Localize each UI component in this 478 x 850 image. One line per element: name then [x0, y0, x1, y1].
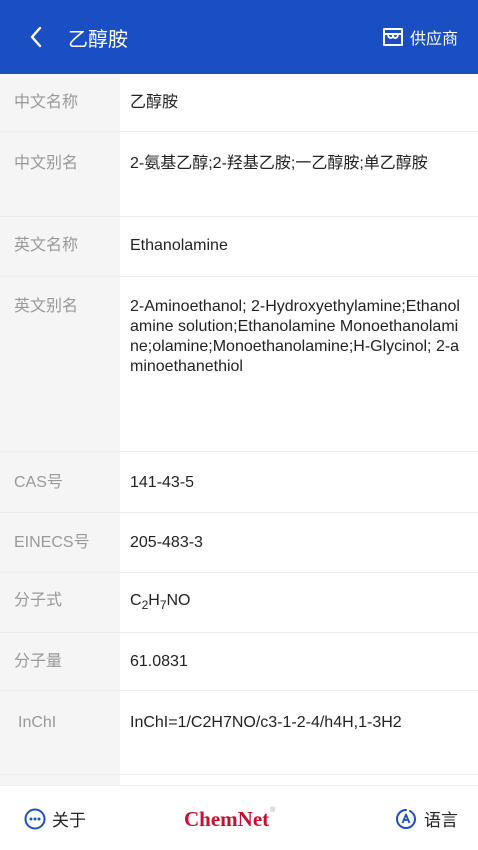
language-label: 语言: [424, 811, 458, 830]
row-label: EINECS号: [14, 534, 90, 551]
row-chinese-alias: 中文别名 2-氨基乙醇;2-羟基乙胺;一乙醇胺;单乙醇胺: [0, 132, 478, 217]
row-label: 分子式: [14, 592, 63, 609]
row-inchi: InChI InChI=1/C2H7NO/c3-1-2-4/h4H,1-3H2: [0, 691, 478, 775]
supplier-button[interactable]: 供应商: [382, 0, 458, 74]
row-value: 141-43-5: [130, 474, 195, 491]
row-molecular-formula: 分子式 C2H7NO: [0, 573, 478, 633]
row-value: InChI=1/C2H7NO/c3-1-2-4/h4H,1-3H2: [130, 714, 402, 731]
chevron-left-icon: [30, 26, 42, 48]
row-value: 61.0831: [130, 653, 188, 670]
row-label: InChI: [18, 714, 57, 731]
row-value: 2-Aminoethanol; 2-Hydroxyethylamine;Etha…: [130, 298, 460, 375]
formula-element: H: [148, 592, 160, 609]
detail-content[interactable]: 中文名称 乙醇胺 中文别名 2-氨基乙醇;2-羟基乙胺;一乙醇胺;单乙醇胺 英文…: [0, 74, 478, 785]
formula-element: C: [130, 592, 142, 609]
formula-element: NO: [166, 592, 191, 609]
row-value: 205-483-3: [130, 534, 203, 551]
brand-name: ChemNet: [184, 807, 270, 831]
about-label: 关于: [52, 811, 86, 830]
supplier-label: 供应商: [409, 31, 458, 48]
bottom-bar: 关于 ChemNet ® 语言: [0, 785, 478, 850]
row-label: 英文名称: [14, 237, 79, 254]
language-button[interactable]: 语言: [394, 786, 458, 850]
row-value: 2-氨基乙醇;2-羟基乙胺;一乙醇胺;单乙醇胺: [130, 155, 428, 172]
row-chinese-name: 中文名称 乙醇胺: [0, 74, 478, 132]
row-value: Ethanolamine: [130, 237, 228, 254]
row-english-name: 英文名称 Ethanolamine: [0, 217, 478, 277]
row-label: CAS号: [14, 474, 63, 491]
row-molecular-weight: 分子量 61.0831: [0, 633, 478, 691]
storefront-icon: [382, 28, 403, 46]
formula-subscript: 7: [159, 598, 167, 612]
more-circle-icon: [24, 808, 46, 829]
row-cas-number: CAS号 141-43-5: [0, 452, 478, 513]
molecular-formula: C2H7NO: [120, 591, 478, 632]
row-english-alias: 英文别名 2-Aminoethanol; 2-Hydroxyethylamine…: [0, 277, 478, 452]
row-label: 中文名称: [14, 94, 79, 111]
row-label: 分子量: [14, 653, 63, 670]
chemnet-logo: ChemNet ®: [184, 806, 275, 832]
registered-mark: ®: [270, 807, 276, 814]
page-title: 乙醇胺: [68, 28, 128, 51]
language-icon: [396, 808, 416, 829]
app-header: 乙醇胺 供应商: [0, 0, 478, 74]
property-list: 中文名称 乙醇胺 中文别名 2-氨基乙醇;2-羟基乙胺;一乙醇胺;单乙醇胺 英文…: [0, 74, 478, 785]
row-label: 英文别名: [14, 298, 79, 315]
back-button[interactable]: [14, 0, 58, 74]
row-label: 中文别名: [14, 155, 79, 172]
about-button[interactable]: 关于: [24, 786, 86, 850]
row-einecs-number: EINECS号 205-483-3: [0, 513, 478, 573]
row-value: 乙醇胺: [130, 94, 179, 111]
